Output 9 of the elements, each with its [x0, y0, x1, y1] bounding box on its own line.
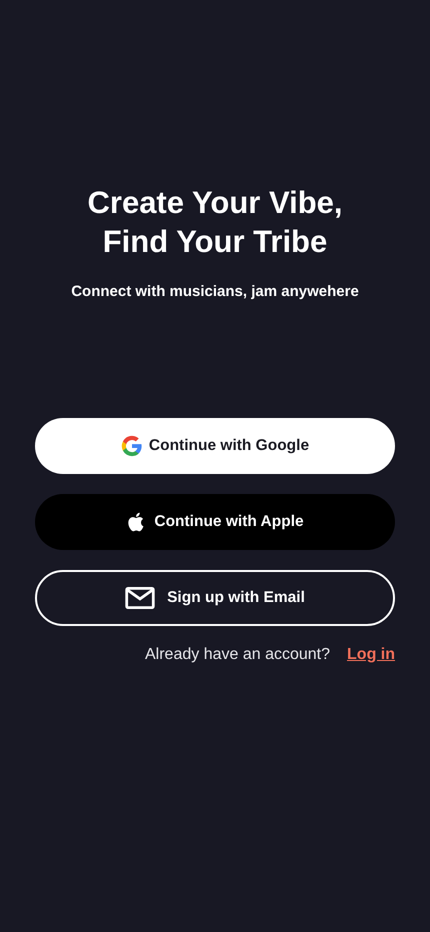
google-g-icon	[120, 435, 143, 457]
headline: Create Your Vibe, Find Your Tribe	[88, 184, 342, 261]
tagline: Connect with musicians, jam anywehere	[71, 283, 359, 300]
envelope-icon	[125, 587, 156, 609]
apple-signin-button[interactable]: Continue with Apple	[35, 494, 395, 550]
google-signin-button[interactable]: Continue with Google	[35, 418, 395, 474]
login-prompt: Already have an account?	[145, 646, 330, 664]
login-link[interactable]: Log in	[347, 646, 395, 664]
email-signin-button[interactable]: Sign up with Email	[35, 570, 395, 626]
